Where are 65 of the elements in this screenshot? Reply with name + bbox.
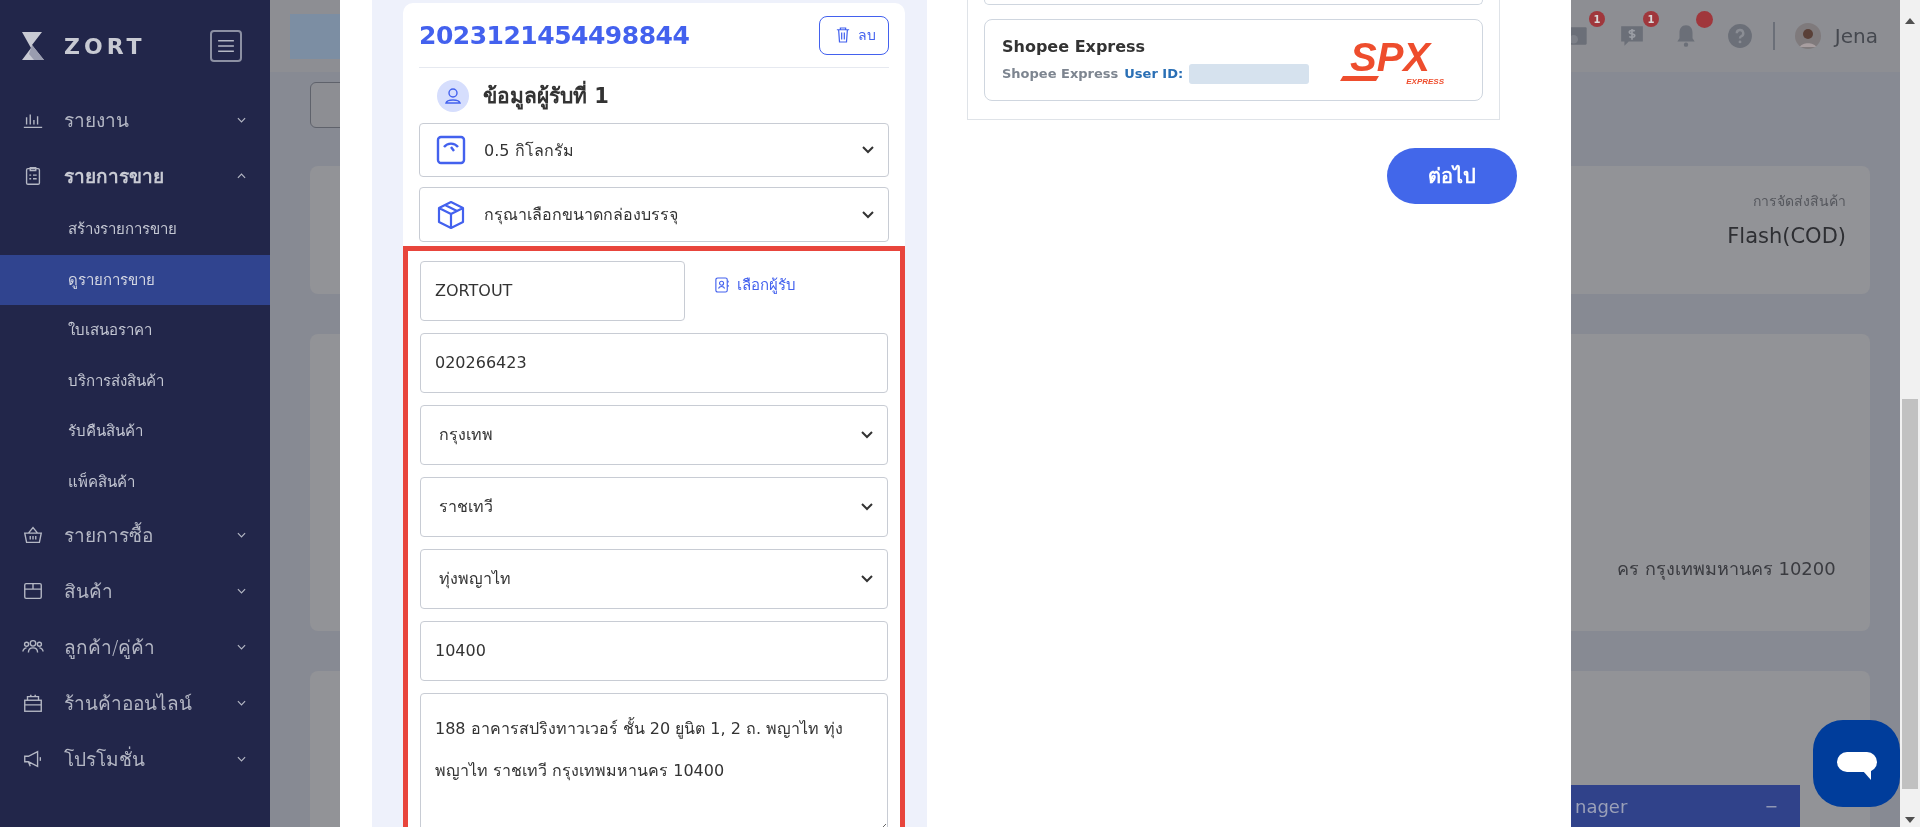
phone-input[interactable]: 020266423 [420,333,888,393]
sidebar-item[interactable]: สินค้า [0,563,270,619]
chat-button[interactable] [1813,720,1900,807]
chevron-icon [237,117,246,123]
address-input[interactable]: 188 อาคารสปริงทาวเวอร์ ชั้น 20 ยูนิต 1, 2 ถ. พญาไท ทุ่งพญาไท ราชเทวี กรุงเทพมหานคร 10400 [420,693,888,827]
district-select[interactable]: ราชเทวี [420,477,888,537]
count-badge: 1 [1588,11,1605,27]
panel-title: nager [1575,795,1628,817]
sidebar-item[interactable]: รายการซื้อ [0,507,270,563]
chevron-icon [237,700,246,706]
delete-button[interactable]: ลบ [819,15,889,55]
chevron-icon [237,173,246,179]
name-input[interactable]: ZORTOUT [420,261,685,321]
carrier-subtitle: Shopee Express [1002,66,1119,81]
scroll-up-icon[interactable] [1905,18,1915,24]
province-select[interactable]: กรุงเทพ [420,405,888,465]
carrier-name: Shopee Express [1002,36,1147,56]
count-badge: 1 [1642,11,1659,27]
choose-recipient-link[interactable]: เลือกผู้รับ [715,261,796,297]
sidebar-subitem[interactable]: บริการส่งสินค้า [0,355,270,406]
order-number: 2023121454498844 [419,20,690,50]
scroll-down-icon[interactable] [1905,817,1915,823]
scrollbar[interactable] [1900,0,1920,827]
address-text: คร กรุงเทพมหานคร 10200 [1617,557,1837,582]
sidebar-item[interactable]: รายงาน [0,92,270,148]
sidebar-item[interactable]: ร้านค้าออนไลน์ [0,675,270,731]
chevron-icon [237,756,246,762]
box-size-select[interactable]: กรุณาเลือกขนาดกล่องบรรจุ [419,187,889,242]
chevron-icon [237,644,246,650]
chevron-icon [862,146,874,155]
next-button[interactable]: ต่อไป [1387,148,1517,204]
scale-icon [436,135,466,166]
scrollbar-thumb[interactable] [1902,399,1918,789]
subdistrict-select[interactable]: ทุ่งพญาไท [420,549,888,609]
section-title: ข้อมูลผู้รับที่ 1 [483,79,609,113]
trash-icon [836,27,850,44]
brand-name: ZORT [64,33,147,59]
chevron-icon [861,575,873,583]
sidebar-item[interactable]: ลูกค้า/คู่ค้า [0,619,270,675]
shipping-value: Flash(COD) [1727,224,1846,248]
sidebar-subitem[interactable]: รับคืนสินค้า [0,406,270,457]
avatar-icon[interactable] [1794,23,1821,49]
chevron-icon [861,503,873,511]
chevron-icon [237,532,246,538]
contact-card-icon [715,277,729,293]
chevron-icon [862,210,874,219]
weight-select[interactable]: 0.5 กิโลกรัม [419,122,889,178]
sidebar-item[interactable]: รายการขาย [0,148,270,204]
sidebar-item[interactable]: โปรโมชั่น [0,731,270,787]
sidebar-subitem[interactable]: สร้างรายการขาย [0,204,270,255]
postcode-input[interactable]: 10400 [420,621,888,681]
minimize-button[interactable]: − [1764,796,1778,816]
box-icon [436,199,466,230]
carrier-logo: SPX EXPRESS [1338,35,1448,85]
sidebar-subitem[interactable]: ดูรายการขาย [0,254,270,305]
chevron-icon [861,431,873,439]
sidebar-subitem[interactable]: ใบเสนอราคา [0,305,270,356]
sidebar-subitem[interactable]: แพ็คสินค้า [0,456,270,507]
user-id-label: User ID: [1124,66,1184,81]
chevron-icon [237,588,246,594]
logo-icon [20,30,46,62]
menu-button[interactable] [210,30,242,62]
person-icon [437,79,469,112]
carrier-option[interactable]: Shopee Express Shopee Express User ID: SPX EXPRESS [984,19,1483,101]
shipping-label: การจัดส่งสินค้า [1753,192,1846,211]
